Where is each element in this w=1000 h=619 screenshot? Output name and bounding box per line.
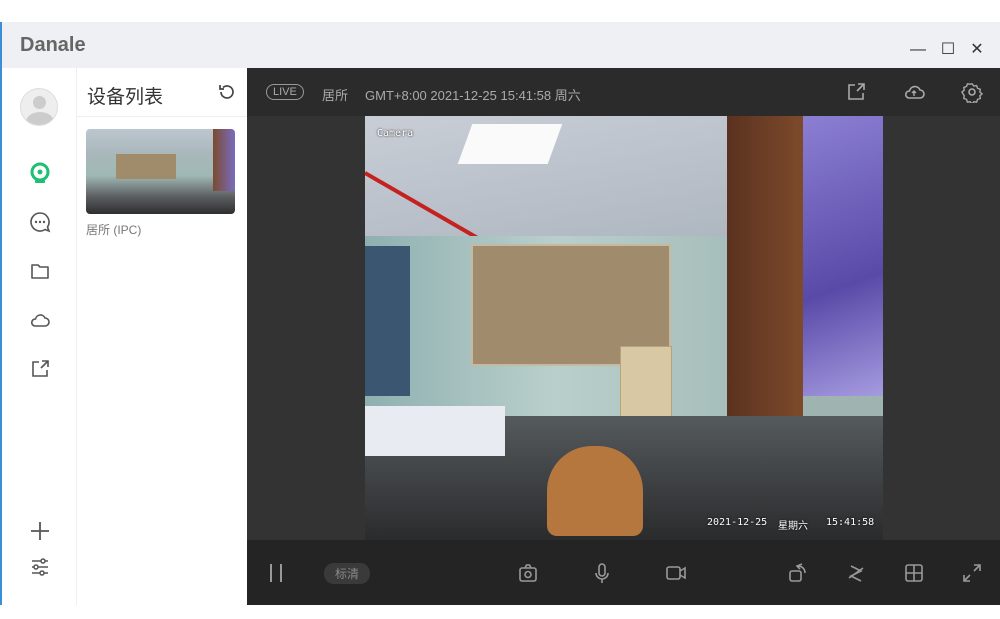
title-bar: Danale — ☐ ✕ [2, 22, 1000, 68]
camera-icon [30, 162, 50, 183]
nav-devices[interactable] [27, 160, 53, 186]
app-logo: Danale [20, 34, 86, 56]
video-overlay-time: 15:41:58 [826, 517, 875, 528]
cloud-icon [30, 314, 50, 327]
settings-button[interactable] [27, 554, 53, 580]
cloud-upload-icon [904, 85, 925, 99]
share-icon [848, 83, 865, 100]
record-button[interactable] [665, 562, 687, 589]
share-icon [32, 360, 49, 377]
share-button[interactable] [845, 81, 867, 106]
divider [77, 116, 247, 117]
device-list-title: 设备列表 [87, 87, 164, 108]
device-name: 居所 (IPC) [86, 223, 142, 237]
expand-icon [963, 564, 981, 582]
player-controls: 标清 [247, 540, 1000, 605]
device-list-panel: 设备列表 居所 (IPC) [77, 68, 247, 605]
refresh-icon [219, 85, 234, 99]
app-window: Danale — ☐ ✕ 设备列表 居所 (IPC) LIVE 居所 GMT+8… [0, 22, 1000, 605]
close-button[interactable]: ✕ [967, 40, 987, 60]
live-video-feed[interactable]: Camera 2021-12-25 星期六 15:41:58 [365, 116, 883, 540]
player-top-bar: LIVE 居所 GMT+8:00 2021-12-25 15:41:58 周六 [247, 68, 1000, 116]
microphone-icon [595, 563, 609, 583]
microphone-button[interactable] [591, 562, 613, 589]
sliders-icon [32, 558, 48, 576]
video-record-icon [666, 566, 686, 580]
gear-icon [961, 83, 983, 105]
video-overlay-label: Camera [377, 128, 414, 139]
player-panel: LIVE 居所 GMT+8:00 2021-12-25 15:41:58 周六 … [247, 68, 1000, 605]
pause-button[interactable] [267, 562, 285, 589]
player-timestamp: GMT+8:00 2021-12-25 15:41:58 周六 [365, 88, 581, 103]
avatar[interactable] [20, 88, 58, 126]
live-badge: LIVE [266, 84, 304, 100]
rotate-button[interactable] [787, 562, 809, 589]
device-thumbnail[interactable] [86, 129, 235, 214]
grid-icon [905, 564, 923, 582]
nav-messages[interactable] [27, 209, 53, 235]
rotate-icon [789, 563, 806, 582]
maximize-button[interactable]: ☐ [938, 40, 958, 60]
split-view-button[interactable] [903, 562, 925, 589]
nav-cloud[interactable] [27, 307, 53, 333]
add-device-button[interactable] [27, 518, 53, 544]
camera-snapshot-icon [519, 564, 537, 582]
icon-sidebar [2, 68, 77, 605]
refresh-button[interactable] [217, 82, 237, 107]
quality-selector[interactable]: 标清 [324, 563, 371, 584]
flip-icon [848, 565, 864, 582]
device-settings-button[interactable] [961, 81, 983, 106]
fullscreen-button[interactable] [961, 562, 983, 589]
minimize-button[interactable]: — [908, 40, 928, 60]
video-overlay-date: 2021-12-25 [707, 517, 768, 528]
video-overlay-weekday: 星期六 [778, 521, 808, 532]
folder-icon [31, 264, 49, 279]
nav-share[interactable] [27, 356, 53, 382]
chat-icon [30, 212, 51, 233]
add-icon [31, 522, 49, 540]
pause-icon [270, 564, 282, 582]
player-device-name: 居所 [322, 88, 349, 103]
cloud-upload-button[interactable] [902, 81, 926, 106]
nav-files[interactable] [27, 258, 53, 284]
snapshot-button[interactable] [517, 562, 539, 589]
flip-button[interactable] [845, 562, 867, 589]
